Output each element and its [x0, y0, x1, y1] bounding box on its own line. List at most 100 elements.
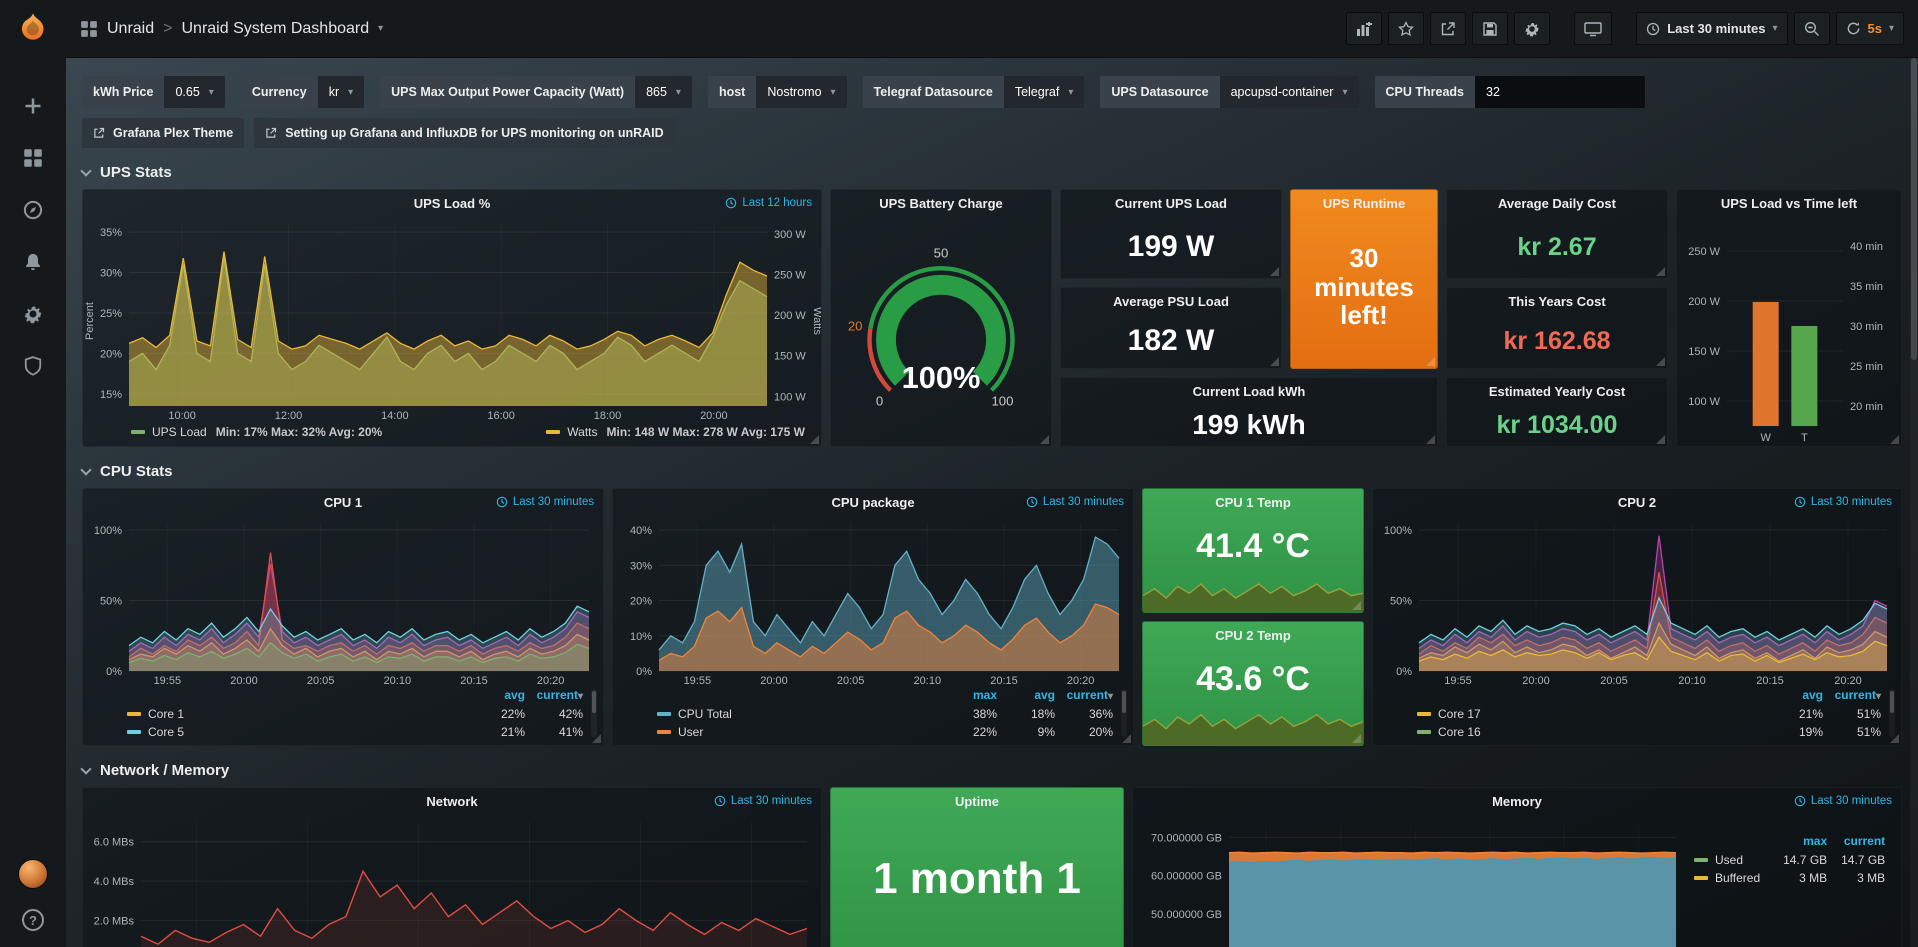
- ups-load-vs-time-bars[interactable]: 100 W150 W200 W250 W20 min25 min30 min35…: [1677, 216, 1901, 446]
- panel-title[interactable]: CPU 2: [1618, 495, 1656, 510]
- panel-title[interactable]: UPS Battery Charge: [879, 196, 1003, 211]
- panel-title[interactable]: UPS Load vs Time left: [1721, 196, 1857, 211]
- breadcrumb-dashboard-title[interactable]: Unraid System Dashboard: [181, 20, 369, 38]
- alerting-bell-icon[interactable]: [23, 252, 43, 272]
- variable-label: kWh Price: [82, 76, 164, 108]
- cpu-package-chart[interactable]: 0%10%20%30%40%19:5520:0020:0520:1020:152…: [613, 515, 1133, 687]
- star-button[interactable]: [1388, 12, 1424, 45]
- battery-gauge[interactable]: 02050100100%: [831, 216, 1051, 446]
- legend-scrollbar[interactable]: [1121, 689, 1127, 737]
- memory-chart[interactable]: 50.000000 GB60.000000 GB70.000000 GB19:5…: [1133, 814, 1690, 947]
- variable-ups-datasource[interactable]: UPS Datasource apcupsd-container▾: [1100, 76, 1358, 108]
- panel-title[interactable]: UPS Load %: [414, 196, 491, 211]
- legend-col-current[interactable]: current▾: [1055, 688, 1113, 705]
- time-range-picker[interactable]: Last 30 minutes ▾: [1636, 12, 1787, 45]
- help-icon[interactable]: ?: [22, 909, 44, 931]
- user-avatar[interactable]: [18, 859, 48, 889]
- variable-ups-max-output[interactable]: UPS Max Output Power Capacity (Watt) 865…: [380, 76, 692, 108]
- panel-title[interactable]: CPU package: [831, 495, 914, 510]
- legend-item[interactable]: UPS Load Min: 17% Max: 32% Avg: 20%: [131, 425, 382, 439]
- cpu2-chart[interactable]: 0%50%100%19:5520:0020:0520:1020:1520:20: [1373, 515, 1901, 687]
- panel-title[interactable]: Uptime: [955, 794, 999, 809]
- panel-timerange[interactable]: Last 12 hours: [725, 190, 812, 216]
- panel-title[interactable]: Average PSU Load: [1113, 294, 1229, 309]
- refresh-interval-label[interactable]: 5s: [1868, 21, 1882, 36]
- legend-scrollbar[interactable]: [1889, 689, 1895, 737]
- panel-title[interactable]: UPS Runtime: [1323, 196, 1405, 211]
- panel-title[interactable]: Current Load kWh: [1193, 384, 1306, 399]
- variable-cpu-threads[interactable]: CPU Threads 32: [1375, 76, 1646, 108]
- series-name[interactable]: Core 16: [1438, 725, 1481, 739]
- panel-timerange[interactable]: Last 30 minutes: [714, 788, 812, 814]
- panel-title[interactable]: Estimated Yearly Cost: [1489, 384, 1625, 399]
- variable-host[interactable]: host Nostromo▾: [708, 76, 847, 108]
- variable-value[interactable]: Telegraf▾: [1004, 76, 1085, 108]
- admin-shield-icon[interactable]: [24, 356, 42, 376]
- series-name[interactable]: User: [678, 725, 703, 739]
- legend-col-avg[interactable]: avg: [467, 688, 525, 705]
- cpu-threads-input[interactable]: 32: [1475, 76, 1645, 108]
- legend-col-current[interactable]: current▾: [525, 688, 583, 705]
- variable-value[interactable]: kr▾: [318, 76, 364, 108]
- panel-timerange[interactable]: Last 30 minutes: [1794, 489, 1892, 515]
- panel-title[interactable]: This Years Cost: [1508, 294, 1605, 309]
- breadcrumb-folder[interactable]: Unraid: [107, 20, 154, 38]
- page-scrollbar[interactable]: [1910, 58, 1918, 947]
- dashboards-icon[interactable]: [23, 148, 43, 168]
- legend-col-max[interactable]: max: [1769, 834, 1827, 851]
- panel-average-daily-cost: Average Daily Cost kr 2.67: [1446, 189, 1668, 279]
- panel-title[interactable]: Network: [426, 794, 477, 809]
- legend-scrollbar[interactable]: [591, 689, 597, 737]
- series-name[interactable]: Used: [1715, 853, 1743, 867]
- legend-col-avg[interactable]: avg: [997, 688, 1055, 705]
- save-button[interactable]: [1472, 12, 1508, 45]
- panel-timerange[interactable]: Last 30 minutes: [1794, 788, 1892, 814]
- network-chart[interactable]: 2.0 MBs4.0 MBs6.0 MBs19:5520:0020:0520:1…: [83, 814, 821, 947]
- variable-value[interactable]: 865▾: [635, 76, 692, 108]
- ups-load-chart[interactable]: Percent Watts 15%20%25%30%35%100 W150 W2…: [83, 216, 821, 422]
- series-name[interactable]: Core 5: [148, 725, 184, 739]
- variable-kwh-price[interactable]: kWh Price 0.65▾: [82, 76, 225, 108]
- breadcrumb[interactable]: Unraid > Unraid System Dashboard ▾: [80, 20, 383, 38]
- legend-col-current[interactable]: current: [1827, 834, 1885, 851]
- panel-title[interactable]: CPU 1 Temp: [1215, 495, 1291, 510]
- section-ups-stats[interactable]: UPS Stats: [82, 164, 1902, 181]
- zoom-out-button[interactable]: [1794, 12, 1830, 45]
- cpu1-chart[interactable]: 0%50%100%19:5520:0020:0520:1020:1520:20: [83, 515, 603, 687]
- panel-timerange[interactable]: Last 30 minutes: [1026, 489, 1124, 515]
- panel-timerange[interactable]: Last 30 minutes: [496, 489, 594, 515]
- configuration-gear-icon[interactable]: [23, 304, 43, 324]
- cycle-view-button[interactable]: [1574, 12, 1612, 45]
- panel-title[interactable]: Average Daily Cost: [1498, 196, 1616, 211]
- grafana-logo[interactable]: [17, 12, 49, 44]
- panel-title[interactable]: Current UPS Load: [1115, 196, 1227, 211]
- share-button[interactable]: [1430, 12, 1466, 45]
- add-panel-button[interactable]: [1346, 12, 1382, 45]
- variable-currency[interactable]: Currency kr▾: [241, 76, 364, 108]
- link-grafana-plex-theme[interactable]: Grafana Plex Theme: [82, 118, 244, 148]
- variable-telegraf-datasource[interactable]: Telegraf Datasource Telegraf▾: [863, 76, 1085, 108]
- svg-text:10%: 10%: [630, 631, 652, 643]
- panel-title[interactable]: Memory: [1492, 794, 1542, 809]
- explore-compass-icon[interactable]: [23, 200, 43, 220]
- panel-title[interactable]: CPU 2 Temp: [1215, 628, 1291, 643]
- series-name[interactable]: CPU Total: [678, 707, 732, 721]
- legend-col-avg[interactable]: avg: [1765, 688, 1823, 705]
- panel-title[interactable]: CPU 1: [324, 495, 362, 510]
- legend-col-current[interactable]: current▾: [1823, 688, 1881, 705]
- variable-value[interactable]: Nostromo▾: [756, 76, 846, 108]
- series-name[interactable]: Core 17: [1438, 707, 1481, 721]
- refresh-button[interactable]: 5s ▾: [1836, 12, 1905, 45]
- section-cpu-stats[interactable]: CPU Stats: [82, 463, 1902, 480]
- legend-item[interactable]: Watts Min: 148 W Max: 278 W Avg: 175 W: [546, 425, 805, 439]
- link-ups-monitoring-guide[interactable]: Setting up Grafana and InfluxDB for UPS …: [254, 118, 674, 148]
- section-network-memory[interactable]: Network / Memory: [82, 762, 1902, 779]
- variable-value[interactable]: apcupsd-container▾: [1220, 76, 1359, 108]
- series-name[interactable]: Core 1: [148, 707, 184, 721]
- series-name[interactable]: Buffered: [1715, 871, 1760, 885]
- legend-col-max[interactable]: max: [939, 688, 997, 705]
- settings-button[interactable]: [1514, 12, 1550, 45]
- scrollbar-thumb[interactable]: [1911, 58, 1917, 360]
- create-plus-icon[interactable]: [23, 96, 43, 116]
- variable-value[interactable]: 0.65▾: [164, 76, 224, 108]
